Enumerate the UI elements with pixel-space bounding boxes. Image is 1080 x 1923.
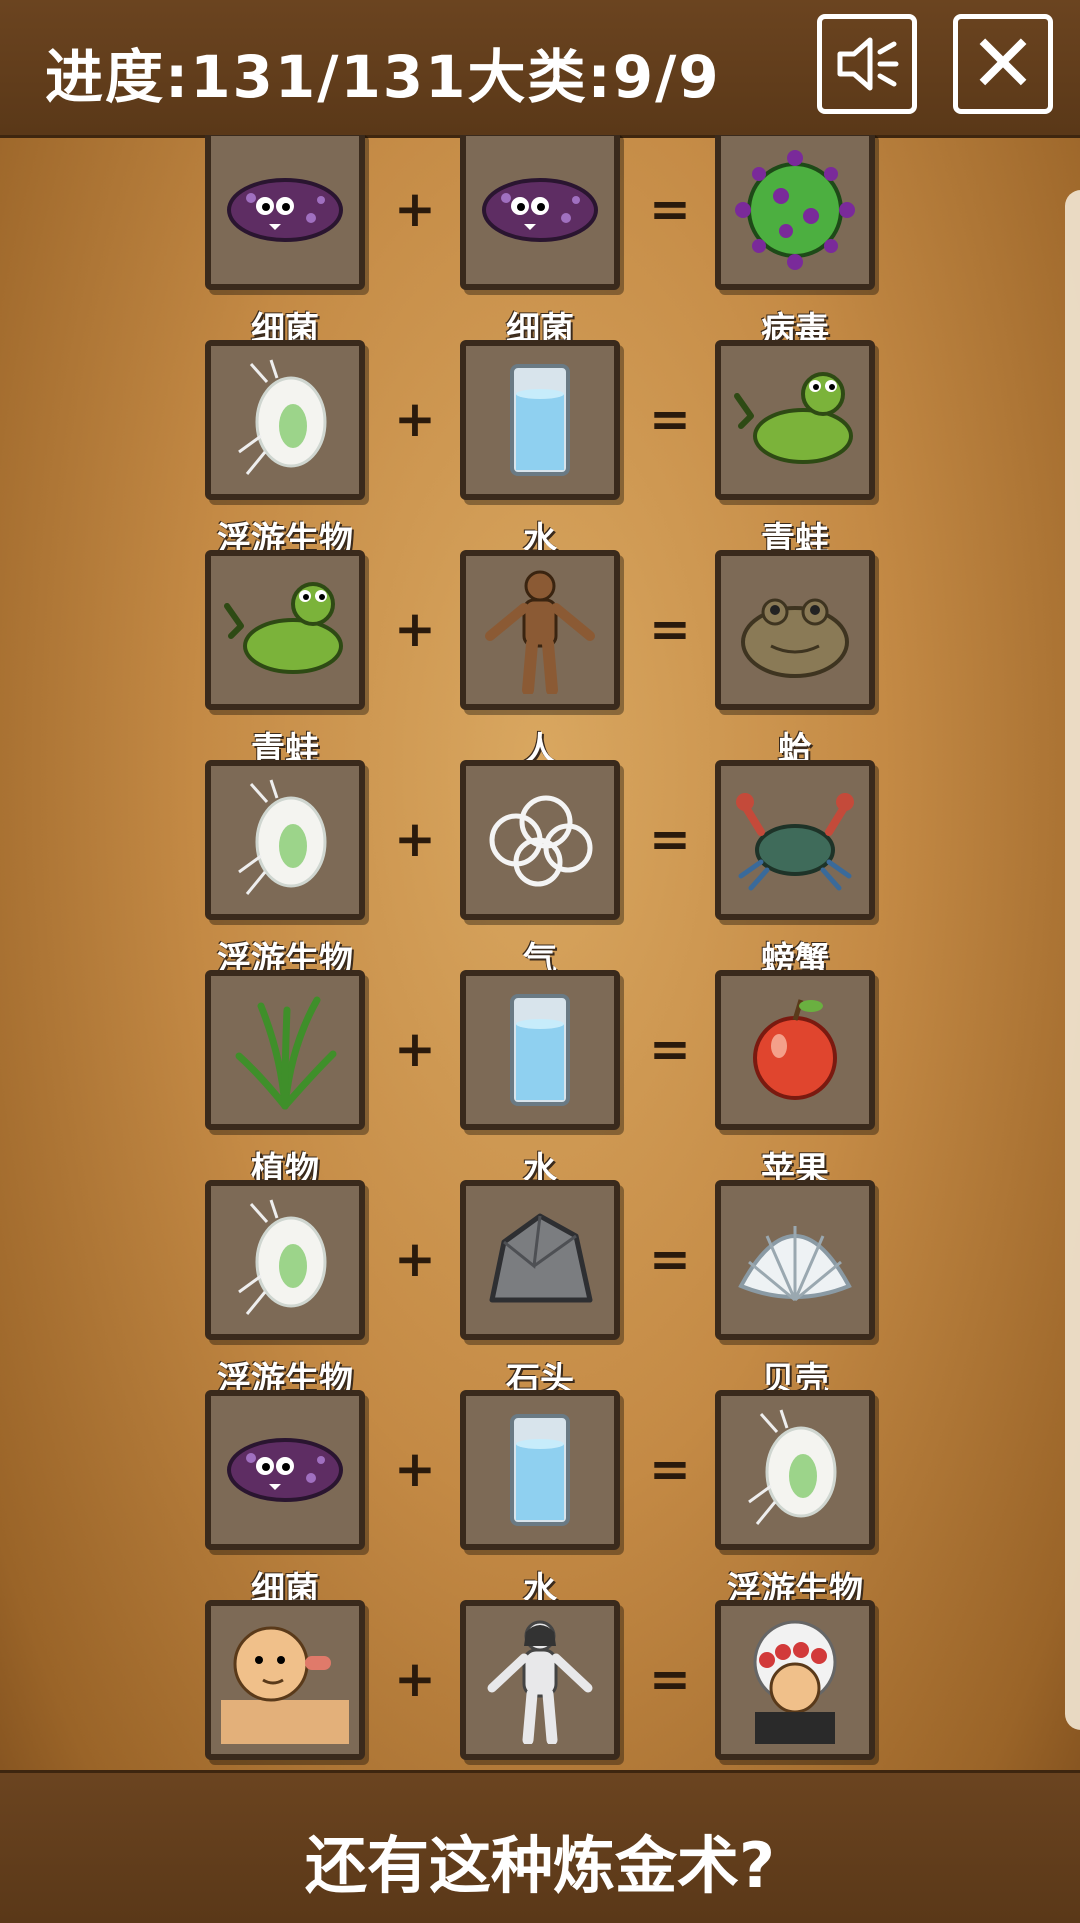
equals-sign: =	[649, 1650, 691, 1708]
water-icon	[510, 994, 570, 1106]
plus-sign: +	[394, 180, 436, 238]
progress-text: 进度:131/131大类:9/9	[45, 43, 721, 111]
equals-sign: =	[649, 180, 691, 238]
ingredient-b-cell[interactable]	[460, 760, 620, 920]
result-cell[interactable]	[715, 970, 875, 1130]
stone-icon	[489, 1213, 593, 1303]
recipe-row: 浮游生物水青蛙 + =	[0, 340, 1080, 560]
result-cell[interactable]	[715, 340, 875, 500]
plus-sign: +	[394, 810, 436, 868]
bottom-bar: 还有这种炼金术?	[0, 1770, 1080, 1923]
plus-sign: +	[394, 1440, 436, 1498]
plankton-icon	[748, 1409, 837, 1525]
plus-sign: +	[394, 600, 436, 658]
plus-sign: +	[394, 390, 436, 448]
air-icon	[489, 795, 593, 887]
recipe-list[interactable]: 细菌 细菌 病毒 + = 浮游生物水青蛙 + = 青蛙人蛤 + = 浮游生物气螃蟹 + = 植物水苹果 + = 浮…	[0, 135, 1080, 1770]
crab-icon	[736, 793, 854, 891]
ingredient-a-cell[interactable]	[205, 1390, 365, 1550]
bald-man-icon	[221, 1626, 349, 1744]
ingredient-b-cell[interactable]	[460, 340, 620, 500]
recipe-row: 细菌 细菌 病毒 + =	[0, 135, 1080, 350]
plus-sign: +	[394, 1230, 436, 1288]
ingredient-a-cell[interactable]	[205, 1180, 365, 1340]
bacteria-icon	[482, 178, 598, 242]
shell-icon	[738, 1226, 852, 1302]
water-icon	[510, 364, 570, 476]
plant-icon	[235, 996, 337, 1110]
equals-sign: =	[649, 600, 691, 658]
ingredient-b-cell[interactable]	[460, 970, 620, 1130]
equals-sign: =	[649, 810, 691, 868]
equals-sign: =	[649, 390, 691, 448]
plankton-icon	[238, 359, 327, 475]
plus-sign: +	[394, 1020, 436, 1078]
ingredient-a-cell[interactable]	[205, 340, 365, 500]
ingredient-b-cell[interactable]	[460, 1390, 620, 1550]
ingredient-a-cell[interactable]	[205, 970, 365, 1130]
equals-sign: =	[649, 1440, 691, 1498]
result-cell[interactable]	[715, 1390, 875, 1550]
recipe-row: 青蛙人蛤 + =	[0, 550, 1080, 770]
result-cell[interactable]	[715, 135, 875, 290]
toad-icon	[741, 598, 849, 678]
sound-toggle-button[interactable]	[817, 14, 917, 114]
ingredient-a-cell[interactable]	[205, 135, 365, 290]
equals-sign: =	[649, 1020, 691, 1078]
speaker-muted-icon	[837, 37, 899, 91]
perm-hair-icon	[753, 1620, 837, 1744]
result-cell[interactable]	[715, 760, 875, 920]
virus-icon	[735, 150, 855, 270]
ingredient-b-cell[interactable]	[460, 1600, 620, 1760]
game-title: 还有这种炼金术?	[305, 1829, 775, 1902]
recipe-row: 浮游生物 石头 贝壳 + =	[0, 1180, 1080, 1400]
water-icon	[510, 1414, 570, 1526]
frog-icon	[224, 582, 343, 674]
ingredient-a-cell[interactable]	[205, 550, 365, 710]
result-cell[interactable]	[715, 1600, 875, 1760]
result-cell[interactable]	[715, 1180, 875, 1340]
ingredient-a-cell[interactable]	[205, 1600, 365, 1760]
top-bar: 进度:131/131大类:9/9 ✕	[0, 0, 1080, 138]
plankton-icon	[238, 779, 327, 895]
bacteria-icon	[227, 178, 343, 242]
plankton-icon	[238, 1199, 327, 1315]
recipe-row: 浮游生物气螃蟹 + =	[0, 760, 1080, 980]
recipe-row: 植物水苹果 + =	[0, 970, 1080, 1190]
ingredient-a-cell[interactable]	[205, 760, 365, 920]
human-icon	[485, 570, 595, 694]
close-button[interactable]: ✕	[953, 14, 1053, 114]
equals-sign: =	[649, 1230, 691, 1288]
ingredient-b-cell[interactable]	[460, 550, 620, 710]
side-panel-edge	[1065, 190, 1080, 1730]
recipe-row: 烫烫烫女人烫头发+=	[0, 1600, 1080, 1770]
frog-icon	[734, 372, 853, 464]
result-cell[interactable]	[715, 550, 875, 710]
bacteria-icon	[227, 1438, 343, 1502]
woman-icon	[487, 1620, 593, 1744]
plus-sign: +	[394, 1650, 436, 1708]
recipe-row: 细菌水浮游生物 + =	[0, 1390, 1080, 1610]
apple-icon	[753, 999, 837, 1100]
ingredient-b-cell[interactable]	[460, 1180, 620, 1340]
close-icon: ✕	[969, 17, 1037, 110]
ingredient-b-cell[interactable]	[460, 135, 620, 290]
